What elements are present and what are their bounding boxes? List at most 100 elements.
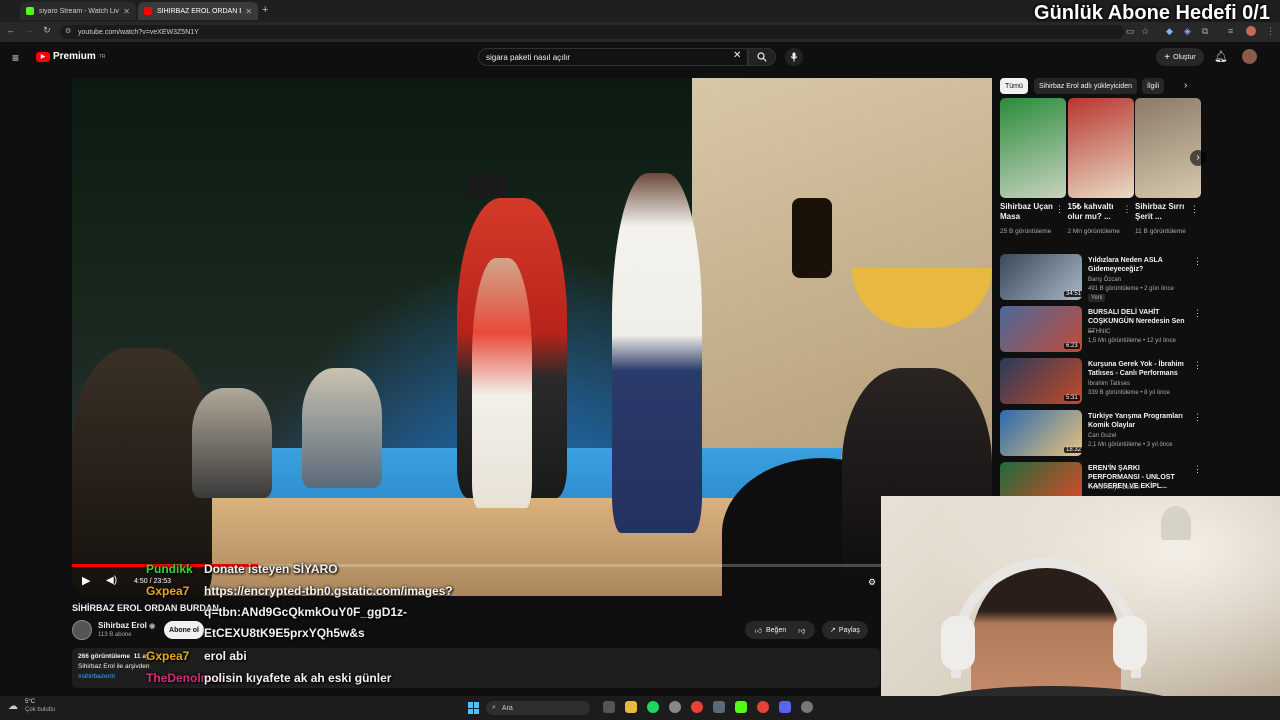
chat-message: Gxpea7 https://encrypted-tbn0.gstatic.com… (146, 584, 453, 598)
recommended-channel[interactable]: Barış Özcan (1088, 276, 1121, 285)
create-button[interactable]: + Oluştur (1156, 48, 1204, 66)
video-frame-crowd (72, 348, 212, 596)
chat-message: Gxpea7 erol abi (146, 649, 247, 663)
chip-all[interactable]: Tümü (1000, 78, 1028, 94)
back-icon[interactable]: ← (4, 25, 18, 35)
share-icon: ↗ (830, 627, 836, 634)
tab-title: SİHİRBAZ EROL ORDAN BURDAN (157, 7, 241, 15)
openai-icon[interactable] (669, 701, 681, 713)
chat-text: https://encrypted-tbn0.gstatic.com/image… (204, 584, 453, 598)
windows-taskbar (0, 696, 1280, 720)
reload-icon[interactable]: ↻ (40, 25, 54, 36)
browser-tab-kick[interactable]: siyaro Stream - Watch Live on K ✕ (20, 2, 136, 20)
search-input[interactable]: sigara paketi nasıl açılır (478, 48, 748, 66)
app-icon[interactable] (801, 701, 813, 713)
chat-text: Donate isteyen SİYARO (204, 562, 338, 576)
close-tab-icon[interactable]: ✕ (245, 7, 252, 16)
chip-related[interactable]: İlgili (1142, 78, 1165, 94)
settings-gear-icon[interactable]: ⚙ (868, 577, 876, 588)
clear-search-icon[interactable]: ✕ (733, 50, 741, 61)
kebab-menu-icon[interactable]: ⋮ (1266, 26, 1275, 37)
kick-icon[interactable] (735, 701, 747, 713)
chat-text: q=tbn:ANd9GcQkmkOuY0F_ggD1z- (204, 605, 408, 619)
task-view-icon[interactable] (603, 701, 615, 713)
recommended-menu-icon[interactable]: ⋮ (1193, 256, 1202, 267)
chat-message: Pundikk Donate isteyen SİYARO (146, 562, 338, 576)
hashtags[interactable]: #sihirbazerol (78, 673, 115, 680)
bookmark-star-icon[interactable]: ☆ (1141, 26, 1149, 37)
recommended-menu-icon[interactable]: ⋮ (1193, 308, 1202, 319)
short-title[interactable]: Sihirbaz Sırrı Şerit ... (1135, 202, 1195, 222)
create-label: Oluştur (1173, 53, 1196, 61)
spotify-icon[interactable] (647, 701, 659, 713)
recommended-channel[interactable]: Can Guzel (1088, 432, 1116, 441)
file-explorer-icon[interactable] (625, 701, 637, 713)
hamburger-menu-icon[interactable]: ≡ (12, 51, 19, 65)
chrome-icon[interactable] (691, 701, 703, 713)
profile-avatar-icon[interactable] (1246, 26, 1256, 36)
volume-icon[interactable]: ◀) (106, 575, 117, 586)
recommended-title[interactable]: Türkiye Yarışma Programları Komik Olayla… (1088, 412, 1188, 430)
windows-start-icon[interactable] (468, 702, 480, 714)
youtube-favicon-icon (144, 7, 152, 15)
like-button[interactable]: 👍︎ Beğen 👎︎ (745, 621, 815, 639)
taskbar-search[interactable]: ⌕ Ara (486, 701, 590, 715)
video-frame-child (472, 258, 532, 508)
share-button[interactable]: ↗ Paylaş (822, 621, 868, 639)
browser-tab-youtube[interactable]: SİHİRBAZ EROL ORDAN BURDAN ✕ (138, 2, 258, 20)
chat-message: q=tbn:ANd9GcQkmkOuY0F_ggD1z- (146, 605, 407, 619)
notifications-bell-icon[interactable]: 🔔︎ (1214, 50, 1228, 63)
recommended-title[interactable]: Yıldızlara Neden ASLA Gidemeyeceğiz? (1088, 256, 1188, 274)
address-bar[interactable]: youtube.com/watch?v=veXEW3Z5N1Y (60, 25, 1124, 39)
extension-icon[interactable]: ◈ (1184, 26, 1191, 37)
recommended-channel[interactable]: İbrahim Tatlıses (1088, 380, 1130, 389)
short-views: 25 B görüntüleme (1000, 228, 1052, 235)
shorts-next-icon[interactable]: › (1190, 150, 1206, 166)
forward-icon[interactable]: → (22, 25, 36, 35)
recommended-menu-icon[interactable]: ⋮ (1193, 360, 1202, 371)
voice-search-button[interactable] (785, 48, 803, 66)
short-thumbnail[interactable] (1067, 98, 1134, 198)
chrome-active-icon[interactable] (757, 701, 769, 713)
short-title[interactable]: Sihirbaz Uçan Masa (1000, 202, 1060, 222)
steam-icon[interactable] (713, 701, 725, 713)
site-info-icon[interactable]: ⚙ (65, 27, 71, 35)
recommended-meta: 339 B görüntüleme • 8 yıl önce (1088, 390, 1170, 396)
video-frame-lantern (792, 198, 832, 278)
puzzle-extensions-icon[interactable]: ⧉ (1202, 26, 1208, 37)
close-tab-icon[interactable]: ✕ (123, 7, 130, 16)
chat-text: polisin kıyafete ak ah eski günler (204, 671, 392, 685)
extension-icon[interactable]: ◆ (1166, 26, 1173, 37)
recommended-menu-icon[interactable]: ⋮ (1193, 464, 1202, 475)
new-tab-icon[interactable]: + (262, 4, 268, 16)
channel-avatar[interactable] (72, 620, 92, 640)
recommended-title[interactable]: Kurşuna Gerek Yok - İbrahim Tatlıses - C… (1088, 360, 1188, 378)
short-thumbnail[interactable] (1000, 98, 1066, 198)
chip-from-uploader[interactable]: Sihirbaz Erol adlı yükleyiciden (1034, 78, 1137, 94)
short-title[interactable]: 15₺ kahvaltı olur mu? ... (1068, 202, 1128, 222)
video-player[interactable]: ▶ ◀) 4:50 / 23:53 ⚙ (72, 78, 992, 596)
recommended-menu-icon[interactable]: ⋮ (1193, 412, 1202, 423)
subscriber-count: 113 B abone (98, 632, 132, 638)
install-icon[interactable]: ▭ (1126, 26, 1135, 37)
recommended-channel[interactable]: ETHNIC (1088, 328, 1110, 337)
youtube-play-logo-icon: ▶ (36, 51, 50, 62)
short-thumbnail[interactable] (1135, 98, 1201, 198)
account-avatar[interactable] (1242, 49, 1257, 64)
menu-icon[interactable]: ≡ (1228, 26, 1233, 36)
play-icon[interactable]: ▶ (82, 574, 90, 587)
video-frame-spectator (192, 388, 272, 498)
chevron-right-icon[interactable]: › (1184, 80, 1187, 91)
youtube-logo[interactable]: ▶ Premium TR (36, 51, 105, 62)
discord-icon[interactable] (779, 701, 791, 713)
short-menu-icon[interactable]: ⋮ (1055, 204, 1064, 215)
plus-icon: + (1164, 51, 1171, 63)
short-menu-icon[interactable]: ⋮ (1123, 204, 1132, 215)
recommended-channel[interactable]: Twitch Seyir Defteri (1088, 484, 1140, 493)
short-menu-icon[interactable]: ⋮ (1190, 204, 1199, 215)
video-duration: 5:31 (1064, 395, 1080, 401)
weather-cloud-icon[interactable]: ☁ (8, 701, 18, 712)
search-button[interactable] (748, 48, 776, 66)
webcam-headphone-cup-left (941, 616, 975, 670)
dislike-icon[interactable]: 👎︎ (798, 626, 805, 635)
